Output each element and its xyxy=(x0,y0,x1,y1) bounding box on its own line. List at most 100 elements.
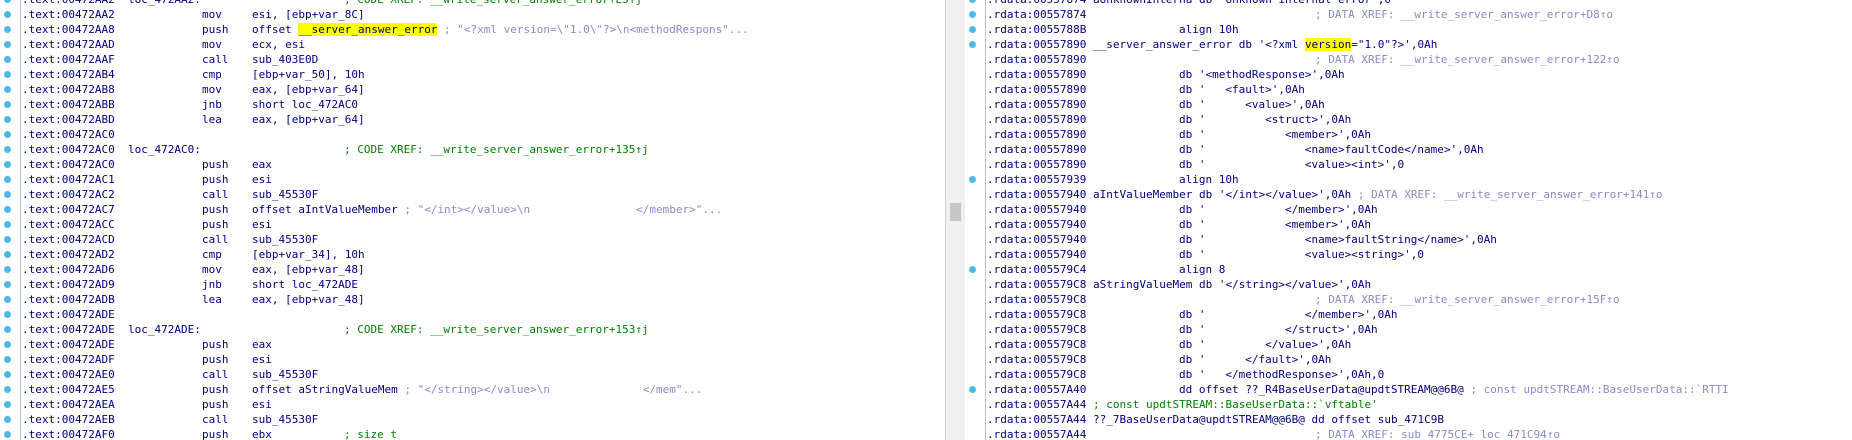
breakpoint-dot-icon[interactable] xyxy=(4,161,11,168)
code-line[interactable]: .text:00472ADE loc_472ADE: ; CODE XREF: __… xyxy=(4,322,945,337)
breakpoint-dot-icon[interactable] xyxy=(4,326,11,333)
code-line[interactable]: .text:00472AC0 push eax xyxy=(4,157,945,172)
data-line[interactable]: .rdata:00557890 db ' <name>faultCode</nam… xyxy=(987,142,1852,157)
data-line[interactable]: .rdata:005579C8 db ' </struct>',0Ah xyxy=(987,322,1852,337)
data-label[interactable]: __server_answer_error db '<?xml version=… xyxy=(1093,37,1437,52)
code-line[interactable]: .text:00472AD6 mov eax, [ebp+var_48] xyxy=(4,262,945,277)
operand[interactable]: eax, [ebp+var_48] xyxy=(252,262,365,277)
data-line[interactable]: .rdata:00557890 db ' <value><int>',0 xyxy=(987,157,1852,172)
xref-comment[interactable]: ; CODE XREF: __write_server_answer_error… xyxy=(344,322,649,337)
data-label[interactable]: aIntValueMember db '</int></value>',0Ah … xyxy=(1093,187,1663,202)
code-line[interactable]: .text:00472ABB jnb short loc_472AC0 xyxy=(4,97,945,112)
operand[interactable]: eax, [ebp+var_64] xyxy=(252,112,365,127)
data-label[interactable]: aUnknownInterna db 'Unknown internal err… xyxy=(1093,0,1391,7)
data-line[interactable]: .rdata:00557890 ; DATA XREF: __write_serv… xyxy=(987,52,1852,67)
operand[interactable]: esi, [ebp+var_8C] xyxy=(252,7,365,22)
breakpoint-dot-icon[interactable] xyxy=(4,311,11,318)
data-line[interactable]: .rdata:0055788B align 10h xyxy=(969,22,1852,37)
operand[interactable]: sub_403E0D xyxy=(252,52,318,67)
code-line[interactable]: .text:00472AE0 call sub_45530F xyxy=(4,367,945,382)
highlighted-word[interactable]: version xyxy=(1304,38,1352,51)
data-line[interactable]: .rdata:00557940 db ' </member>',0Ah xyxy=(987,202,1852,217)
breakpoint-dot-icon[interactable] xyxy=(4,176,11,183)
data-line[interactable]: .rdata:00557940 db ' <member>',0Ah xyxy=(987,217,1852,232)
breakpoint-dot-icon[interactable] xyxy=(969,176,976,183)
breakpoint-dot-icon[interactable] xyxy=(4,251,11,258)
xref-comment[interactable]: ; DATA XREF: sub_4775CE+ loc_471C94↑o xyxy=(1315,427,1560,440)
breakpoint-dot-icon[interactable] xyxy=(4,26,11,33)
text-segment-pane[interactable]: .text:00472AA2 loc_472AA2: ; CODE XREF: __… xyxy=(0,0,945,440)
breakpoint-dot-icon[interactable] xyxy=(969,11,976,18)
operand[interactable]: offset aIntValueMember ; "</int></value>… xyxy=(252,202,722,217)
code-label[interactable]: loc_472ADE: xyxy=(128,322,201,337)
breakpoint-dot-icon[interactable] xyxy=(4,131,11,138)
breakpoint-dot-icon[interactable] xyxy=(969,26,976,33)
data-line[interactable]: .rdata:00557890 db '<methodResponse>',0Ah xyxy=(987,67,1852,82)
breakpoint-dot-icon[interactable] xyxy=(4,221,11,228)
data-line[interactable]: .rdata:00557874 ; DATA XREF: __write_serv… xyxy=(969,7,1852,22)
data-line[interactable]: .rdata:00557A44 ??_7BaseUserData@updtSTRE… xyxy=(987,412,1852,427)
pane-splitter[interactable] xyxy=(945,0,967,440)
breakpoint-dot-icon[interactable] xyxy=(4,206,11,213)
operand[interactable]: sub_45530F xyxy=(252,412,318,427)
code-line[interactable]: .text:00472AC7 push offset aIntValueMember… xyxy=(4,202,945,217)
breakpoint-dot-icon[interactable] xyxy=(4,431,11,438)
data-line[interactable]: .rdata:00557940 db ' <value><string>',0 xyxy=(987,247,1852,262)
code-line[interactable]: .text:00472AB4 cmp [ebp+var_50], 10h xyxy=(4,67,945,82)
operand[interactable]: sub_45530F xyxy=(252,367,318,382)
xref-comment[interactable]: ; DATA XREF: __write_server_answer_error… xyxy=(1315,7,1613,22)
operand[interactable]: short loc_472ADE xyxy=(252,277,358,292)
xref-comment[interactable]: ; DATA XREF: __write_server_answer_error… xyxy=(1315,292,1620,307)
operand[interactable]: [ebp+var_50], 10h xyxy=(252,67,365,82)
code-label[interactable]: loc_472AC0: xyxy=(128,142,201,157)
breakpoint-dot-icon[interactable] xyxy=(969,386,976,393)
code-line[interactable]: .text:00472AC0 loc_472AC0: ; CODE XREF: __… xyxy=(4,142,945,157)
rdata-segment-pane[interactable]: .rdata:00557874 aUnknownInterna db 'Unkno… xyxy=(965,0,1852,440)
xref-comment[interactable]: ; CODE XREF: __write_server_answer_error… xyxy=(344,142,649,157)
data-line[interactable]: .rdata:005579C8 db ' </value>',0Ah xyxy=(987,337,1852,352)
data-line[interactable]: .rdata:005579C8 db ' </methodResponse>',0… xyxy=(987,367,1852,382)
xref-comment[interactable]: ; DATA XREF: __write_server_answer_error… xyxy=(1351,188,1663,201)
code-line[interactable]: .text:00472AAD mov ecx, esi xyxy=(4,37,945,52)
operand[interactable]: sub_45530F xyxy=(252,232,318,247)
code-line[interactable]: .text:00472AB8 mov eax, [ebp+var_64] xyxy=(4,82,945,97)
operand[interactable]: sub_45530F xyxy=(252,187,318,202)
highlighted-identifier[interactable]: __server_answer_error xyxy=(298,23,438,36)
code-line[interactable]: .text:00472AD2 cmp [ebp+var_34], 10h xyxy=(4,247,945,262)
breakpoint-dot-icon[interactable] xyxy=(4,266,11,273)
operand[interactable]: esi xyxy=(252,172,272,187)
operand[interactable]: esi xyxy=(252,352,272,367)
breakpoint-dot-icon[interactable] xyxy=(4,371,11,378)
breakpoint-dot-icon[interactable] xyxy=(4,236,11,243)
data-line[interactable]: .rdata:00557890 db ' <member>',0Ah xyxy=(987,127,1852,142)
code-line[interactable]: .text:00472AC0 xyxy=(4,127,945,142)
data-line[interactable]: .rdata:00557A40 dd offset ??_R4BaseUserDa… xyxy=(969,382,1852,397)
data-line[interactable]: .rdata:00557940 aIntValueMember db '</int… xyxy=(987,187,1852,202)
breakpoint-dot-icon[interactable] xyxy=(4,101,11,108)
data-line[interactable]: .rdata:00557939 align 10h xyxy=(969,172,1852,187)
xref-comment[interactable]: ; CODE XREF: __write_server_answer_error… xyxy=(344,0,642,7)
breakpoint-dot-icon[interactable] xyxy=(4,116,11,123)
code-line[interactable]: .text:00472AEB call sub_45530F xyxy=(4,412,945,427)
code-line[interactable]: .text:00472AA2 mov esi, [ebp+var_8C] xyxy=(4,7,945,22)
data-line[interactable]: .rdata:00557890 db ' <struct>',0Ah xyxy=(987,112,1852,127)
operand[interactable]: ecx, esi xyxy=(252,37,305,52)
breakpoint-dot-icon[interactable] xyxy=(969,41,976,48)
breakpoint-gutter[interactable] xyxy=(965,0,986,440)
breakpoint-dot-icon[interactable] xyxy=(4,56,11,63)
breakpoint-dot-icon[interactable] xyxy=(4,11,11,18)
operand[interactable]: [ebp+var_34], 10h xyxy=(252,247,365,262)
code-line[interactable]: .text:00472AC2 call sub_45530F xyxy=(4,187,945,202)
breakpoint-dot-icon[interactable] xyxy=(4,416,11,423)
breakpoint-dot-icon[interactable] xyxy=(4,71,11,78)
breakpoint-dot-icon[interactable] xyxy=(4,41,11,48)
data-line[interactable]: .rdata:005579C8 ; DATA XREF: __write_serv… xyxy=(987,292,1852,307)
data-label[interactable]: aStringValueMem db '</string></value>',0… xyxy=(1093,277,1371,292)
breakpoint-dot-icon[interactable] xyxy=(4,401,11,408)
breakpoint-dot-icon[interactable] xyxy=(4,341,11,348)
breakpoint-dot-icon[interactable] xyxy=(4,191,11,198)
operand[interactable]: offset __server_answer_error ; "<?xml ve… xyxy=(252,22,749,37)
data-label[interactable]: ??_7BaseUserData@updtSTREAM@@6B@ dd offs… xyxy=(1093,412,1444,427)
code-line[interactable]: .text:00472ABD lea eax, [ebp+var_64] xyxy=(4,112,945,127)
code-line[interactable]: .text:00472ACD call sub_45530F xyxy=(4,232,945,247)
